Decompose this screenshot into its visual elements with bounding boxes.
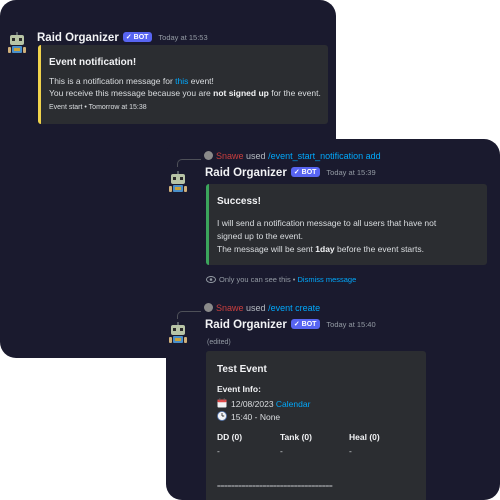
embed-line-3: The message will be sent 1day before the… xyxy=(217,244,424,254)
reply-command[interactable]: /event create xyxy=(268,303,320,313)
command-reply-line[interactable]: Snawe used /event_start_notification add xyxy=(204,151,381,161)
user-avatar xyxy=(204,151,213,160)
embed-line-2-suffix: for the event. xyxy=(268,88,321,98)
reply-used-text: used xyxy=(246,151,266,161)
embed-accent-bar xyxy=(38,45,41,124)
embed-footer: Event start • Tomorrow at 15:38 xyxy=(49,104,147,111)
bot-avatar[interactable] xyxy=(6,32,28,56)
tank-field-name: Tank (0) xyxy=(280,432,312,442)
message-header: Raid Organizer ✓ BOT Today at 15:40 xyxy=(205,319,376,331)
timestamp[interactable]: Today at 15:53 xyxy=(158,33,207,42)
timestamp[interactable]: Today at 15:39 xyxy=(326,168,375,177)
bot-tag: ✓ BOT xyxy=(290,319,321,329)
embed-title: Success! xyxy=(217,196,261,207)
bot-tag-label: BOT xyxy=(301,321,317,328)
embed-line-1-text: This is a notification message for xyxy=(49,76,176,86)
embed-accent-bar xyxy=(206,351,209,500)
this-event-link[interactable]: this xyxy=(175,76,188,86)
reply-command[interactable]: /event_start_notification add xyxy=(268,151,381,161)
event-time-suffix: - None xyxy=(252,412,281,422)
heal-field-name: Heal (0) xyxy=(349,432,380,442)
bot-avatar[interactable] xyxy=(167,322,189,346)
reply-username[interactable]: Snawe xyxy=(216,303,244,313)
embed-line-3-suffix: before the event starts. xyxy=(334,244,424,254)
user-avatar xyxy=(204,303,213,312)
event-title: Test Event xyxy=(217,364,267,375)
eye-icon xyxy=(206,276,216,283)
bot-tag: ✓ BOT xyxy=(122,32,153,42)
command-responses-card: Snawe used /event_start_notification add… xyxy=(166,139,500,500)
ephemeral-notice: Only you can see this • Dismiss message xyxy=(206,275,356,284)
ephemeral-text: Only you can see this • xyxy=(219,275,298,284)
reply-connector xyxy=(177,159,201,167)
verified-check-icon: ✓ xyxy=(293,321,300,328)
tank-field-value: - xyxy=(280,446,283,456)
bot-tag-label: BOT xyxy=(133,34,149,41)
clock-icon xyxy=(217,411,227,421)
notification-embed: Event notification! This is a notificati… xyxy=(38,45,328,124)
embed-line-2-bold: not signed up xyxy=(213,88,269,98)
embed-line-1: This is a notification message for this … xyxy=(49,76,214,86)
message-header: Raid Organizer ✓ BOT Today at 15:53 xyxy=(37,32,208,44)
event-info-label: Event Info: xyxy=(217,384,261,394)
embed-accent-bar xyxy=(206,184,209,265)
bot-avatar[interactable] xyxy=(167,171,189,195)
message-header: Raid Organizer ✓ BOT Today at 15:39 xyxy=(205,167,376,179)
embed-line-2-text: You receive this message because you are xyxy=(49,88,214,98)
embed-line-2: You receive this message because you are… xyxy=(49,88,321,98)
command-reply-line[interactable]: Snawe used /event create xyxy=(204,303,320,313)
embed-line-1: I will send a notification message to al… xyxy=(217,218,437,228)
reply-connector xyxy=(177,311,201,319)
heal-field-value: - xyxy=(349,446,352,456)
timestamp[interactable]: Today at 15:40 xyxy=(326,320,375,329)
reply-username[interactable]: Snawe xyxy=(216,151,244,161)
embed-title: Event notification! xyxy=(49,57,137,68)
event-embed: Test Event Event Info: 12/08/2023 Calend… xyxy=(206,351,426,500)
embed-line-1-suffix: event! xyxy=(188,76,214,86)
event-date: 12/08/2023 xyxy=(231,399,274,409)
author-name[interactable]: Raid Organizer xyxy=(37,32,119,44)
dismiss-message-link[interactable]: Dismiss message xyxy=(298,275,357,284)
event-time: 15:40 xyxy=(231,412,253,422)
embed-line-3-text: The message will be sent xyxy=(217,244,316,254)
reply-used-text: used xyxy=(246,303,266,313)
event-time-line: 15:40 - None xyxy=(217,411,280,422)
author-name[interactable]: Raid Organizer xyxy=(205,319,287,331)
bot-tag: ✓ BOT xyxy=(290,167,321,177)
embed-line-2: signed up to the event. xyxy=(217,231,304,241)
embed-separator: ================================= xyxy=(217,483,333,490)
calendar-icon xyxy=(217,398,227,408)
calendar-link[interactable]: Calendar xyxy=(276,399,311,409)
dd-field-value: - xyxy=(217,446,220,456)
success-embed: Success! I will send a notification mess… xyxy=(206,184,487,265)
verified-check-icon: ✓ xyxy=(293,169,300,176)
bot-tag-label: BOT xyxy=(301,169,317,176)
edited-label: (edited) xyxy=(207,339,231,346)
dd-field-name: DD (0) xyxy=(217,432,243,442)
event-date-line: 12/08/2023 Calendar xyxy=(217,398,310,409)
author-name[interactable]: Raid Organizer xyxy=(205,167,287,179)
verified-check-icon: ✓ xyxy=(125,34,132,41)
embed-line-3-bold: 1day xyxy=(315,244,335,254)
